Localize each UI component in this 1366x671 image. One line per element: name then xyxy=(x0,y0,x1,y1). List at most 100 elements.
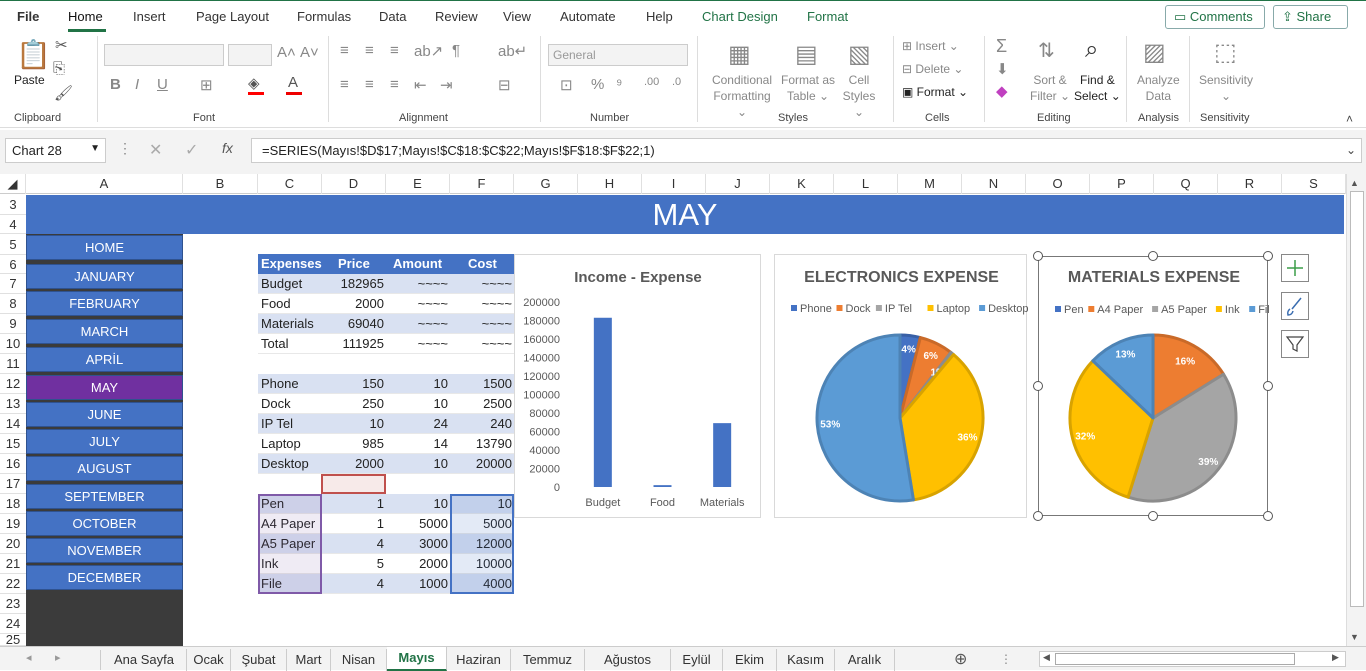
tab-file[interactable]: File xyxy=(17,9,39,24)
resize-handle[interactable] xyxy=(1148,511,1158,521)
align-top-icon[interactable]: ≡ xyxy=(340,42,349,59)
collapse-ribbon-icon[interactable]: ˄ xyxy=(1346,112,1353,126)
row-header[interactable]: 8 xyxy=(0,294,26,314)
sensitivity-button[interactable]: Sensitivity⌄ xyxy=(1199,72,1253,104)
table-cell[interactable]: ~~~~ xyxy=(386,334,448,354)
col-header[interactable]: J xyxy=(706,174,770,194)
select-all-corner[interactable]: ◢ xyxy=(0,174,26,194)
table-cell[interactable]: 1000 xyxy=(386,574,448,594)
table-cell[interactable]: 1500 xyxy=(450,374,512,394)
scroll-up-icon[interactable]: ▲ xyxy=(1350,178,1359,188)
row-header[interactable]: 18 xyxy=(0,494,26,514)
autosum-icon[interactable]: Σ xyxy=(996,36,1007,57)
shrink-font-icon[interactable]: A˅ xyxy=(300,44,319,61)
nav-month-button[interactable]: JANUARY xyxy=(26,264,183,289)
find-icon[interactable]: ⌕ xyxy=(1085,36,1098,64)
nav-month-button[interactable]: DECEMBER xyxy=(26,565,183,590)
sheet-tab[interactable]: Aralık xyxy=(835,649,895,671)
sheet-tab-active[interactable]: Mayıs xyxy=(387,647,447,671)
table-cell[interactable]: 5 xyxy=(322,554,384,574)
next-sheet-icon[interactable]: ▸ xyxy=(55,651,61,664)
fill-icon[interactable]: ⬇ xyxy=(996,60,1009,78)
resize-handle[interactable] xyxy=(1033,251,1043,261)
formula-input[interactable]: =SERIES(Mayıs!$D$17;Mayıs!$C$18:$C$22;Ma… xyxy=(251,138,1362,163)
nav-month-button[interactable]: NOVEMBER xyxy=(26,538,183,563)
table-cell[interactable]: 4 xyxy=(322,574,384,594)
fill-color-icon[interactable]: ◈ xyxy=(248,74,260,92)
sheet-tab[interactable]: Ana Sayfa xyxy=(102,649,187,671)
row-header[interactable]: 3 xyxy=(0,195,26,215)
col-header[interactable]: C xyxy=(258,174,322,194)
currency-icon[interactable]: ⊡ xyxy=(560,76,573,94)
font-color-icon[interactable]: A xyxy=(288,74,298,91)
nav-month-button[interactable]: APRİL xyxy=(26,347,183,372)
table-cell[interactable]: IP Tel xyxy=(261,414,293,434)
tab-view[interactable]: View xyxy=(503,9,531,24)
vertical-scroll-thumb[interactable] xyxy=(1350,191,1364,607)
col-header[interactable]: K xyxy=(770,174,834,194)
analyze-data-icon[interactable]: ▨ xyxy=(1143,38,1166,67)
table-cell[interactable]: 1 xyxy=(322,494,384,514)
col-header[interactable]: R xyxy=(1218,174,1282,194)
col-header[interactable]: L xyxy=(834,174,898,194)
find-select-button[interactable]: Find &Select ⌄ xyxy=(1074,72,1121,104)
col-header[interactable]: D xyxy=(322,174,386,194)
row-header[interactable]: 5 xyxy=(0,234,26,255)
table-cell[interactable]: 985 xyxy=(322,434,384,454)
tab-home[interactable]: Home xyxy=(68,9,103,24)
table-cell[interactable]: ~~~~ xyxy=(450,314,512,334)
table-header-cell[interactable]: Expenses xyxy=(261,254,322,274)
resize-handle[interactable] xyxy=(1148,251,1158,261)
table-cell[interactable]: 1 xyxy=(322,514,384,534)
sensitivity-icon[interactable]: ⬚ xyxy=(1214,38,1237,67)
col-header[interactable]: N xyxy=(962,174,1026,194)
expand-formula-icon[interactable]: ⌄ xyxy=(1346,143,1356,157)
table-cell[interactable]: Desktop xyxy=(261,454,309,474)
chart-filters-button[interactable] xyxy=(1281,330,1309,358)
col-header[interactable]: P xyxy=(1090,174,1154,194)
sort-filter-button[interactable]: Sort &Filter ⌄ xyxy=(1030,72,1070,104)
nav-month-button[interactable]: JUNE xyxy=(26,402,183,427)
name-box[interactable]: Chart 28▼ xyxy=(5,138,106,163)
insert-button[interactable]: ⊞ Insert ⌄ xyxy=(902,38,959,54)
electronics-expense-chart[interactable]: ELECTRONICS EXPENSEPhoneDockIP TelLaptop… xyxy=(774,254,1027,518)
nav-home-button[interactable]: HOME xyxy=(26,235,183,260)
row-header[interactable]: 13 xyxy=(0,394,26,414)
copy-icon[interactable]: ⎘ xyxy=(53,60,65,77)
format-painter-icon[interactable]: 🖌 xyxy=(54,84,73,102)
conditional-formatting-icon[interactable]: ▦ xyxy=(728,40,751,69)
row-header[interactable]: 23 xyxy=(0,594,26,614)
income-expense-chart[interactable]: Income - Expense200000180000160000140000… xyxy=(514,254,761,518)
cancel-icon[interactable]: ✕ xyxy=(149,140,162,160)
table-cell[interactable]: 2000 xyxy=(322,454,384,474)
format-as-table-icon[interactable]: ▤ xyxy=(795,40,818,69)
nav-month-button[interactable]: SEPTEMBER xyxy=(26,484,183,509)
scroll-down-icon[interactable]: ▼ xyxy=(1350,632,1359,642)
row-header[interactable]: 24 xyxy=(0,614,26,634)
increase-indent-icon[interactable]: ⇥ xyxy=(440,76,453,94)
table-cell[interactable]: 24 xyxy=(386,414,448,434)
chevron-down-icon[interactable]: ▼ xyxy=(90,143,100,154)
table-cell[interactable]: ~~~~ xyxy=(386,294,448,314)
cut-icon[interactable]: ✂ xyxy=(55,36,68,54)
table-cell[interactable]: 111925 xyxy=(322,334,384,354)
resize-handle[interactable] xyxy=(1263,251,1273,261)
table-cell[interactable]: Phone xyxy=(261,374,299,394)
col-header[interactable]: A xyxy=(26,174,183,194)
bold-icon[interactable]: B xyxy=(110,76,121,93)
sheet-tab[interactable]: Kasım xyxy=(777,649,835,671)
materials-expense-chart[interactable]: MATERIALS EXPENSEPenA4 PaperA5 PaperInkF… xyxy=(1038,256,1268,516)
row-header[interactable]: 9 xyxy=(0,314,26,334)
sheet-tab[interactable]: Haziran xyxy=(447,649,511,671)
sheet-tab[interactable]: Temmuz xyxy=(511,649,585,671)
table-cell[interactable]: 2000 xyxy=(322,294,384,314)
row-header[interactable]: 14 xyxy=(0,414,26,434)
table-header-cell[interactable]: Price xyxy=(338,254,370,274)
nav-month-button[interactable]: FEBRUARY xyxy=(26,291,183,316)
table-cell[interactable]: 3000 xyxy=(386,534,448,554)
horizontal-scroll-thumb[interactable] xyxy=(1055,653,1295,665)
align-center-icon[interactable]: ≡ xyxy=(365,76,374,93)
italic-icon[interactable]: I xyxy=(135,76,139,93)
col-header[interactable]: G xyxy=(514,174,578,194)
table-cell[interactable]: 20000 xyxy=(450,454,512,474)
